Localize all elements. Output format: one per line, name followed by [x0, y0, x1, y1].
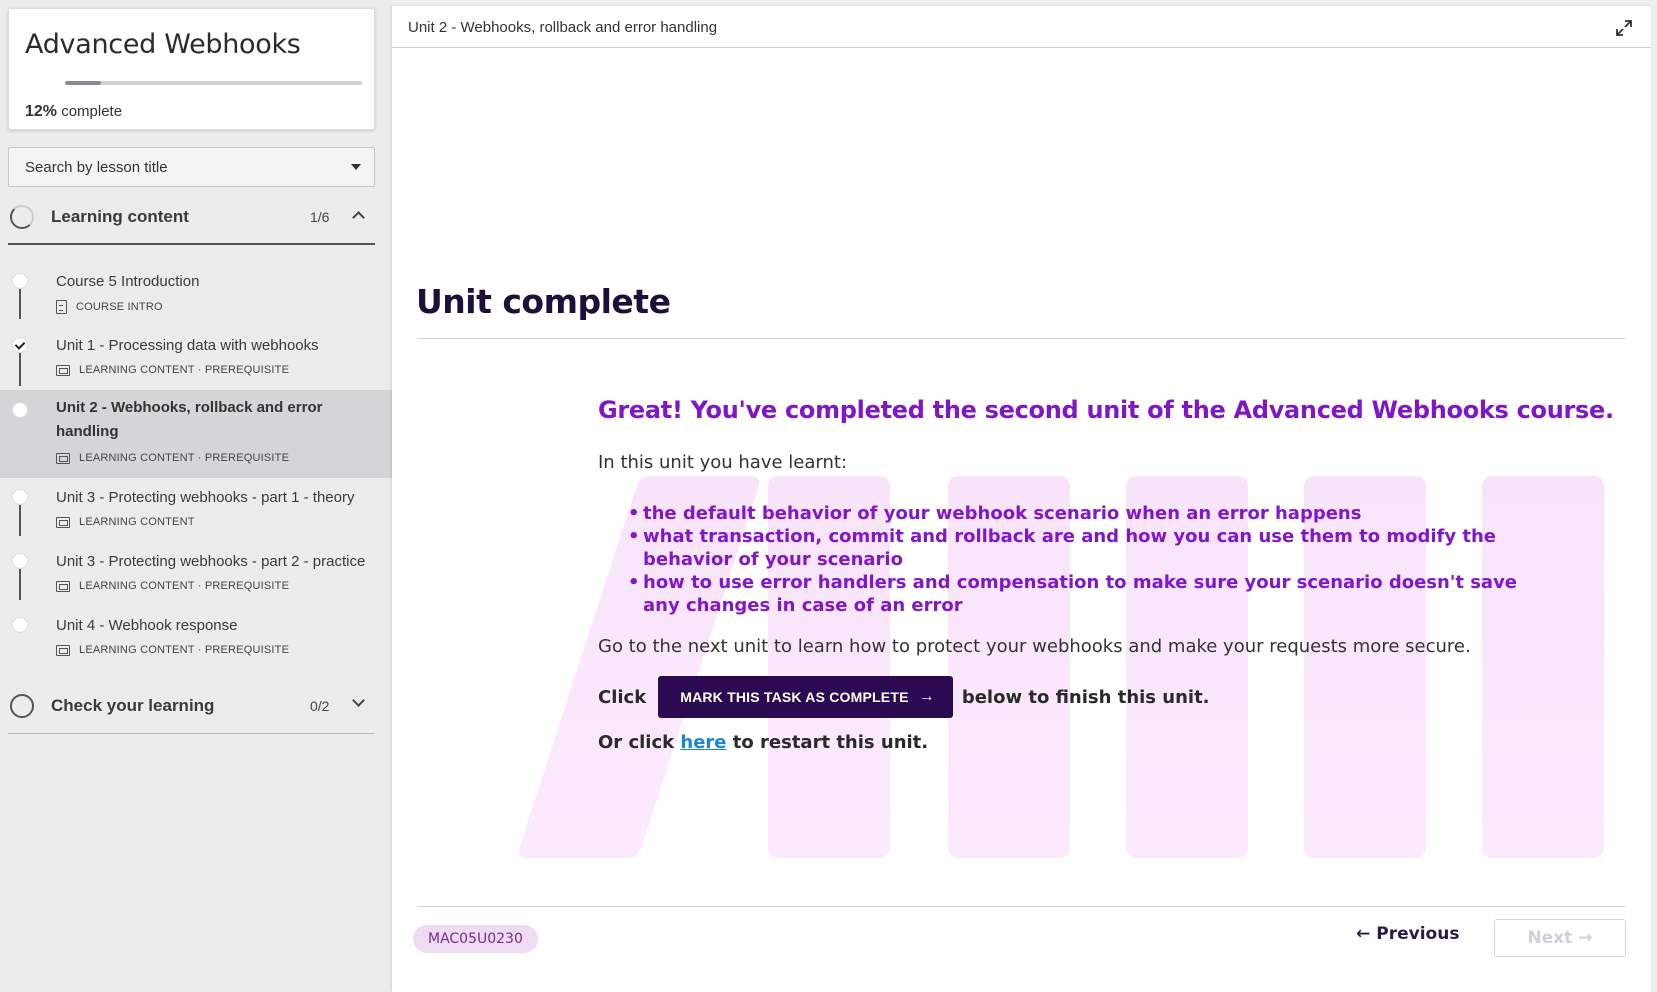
course-progress-card: Advanced Webhooks 12% complete: [8, 8, 375, 130]
lesson-meta: LEARNING CONTENT · PREREQUISITE: [56, 644, 289, 656]
section-progress-ring-icon: [10, 694, 34, 718]
section-title: Check your learning: [51, 696, 215, 715]
progress-percent: 12%: [25, 103, 58, 120]
arrow-right-icon: →: [918, 688, 935, 705]
section-progress-ring-icon: [10, 205, 34, 229]
lesson-title: Unit 4 - Webhook response: [56, 617, 238, 634]
slides-icon: [56, 516, 70, 528]
lesson-status-dot: [12, 617, 28, 633]
lesson-meta: LEARNING CONTENT · PREREQUISITE: [56, 580, 289, 592]
arrow-right-icon: →: [1578, 928, 1593, 948]
lesson-title: Unit 2 - Webhooks, rollback and error ha…: [56, 399, 323, 440]
course-sidebar: Advanced Webhooks 12% complete Search by…: [0, 0, 392, 992]
lesson-status-dot: [12, 489, 28, 505]
restart-suffix: to restart this unit.: [732, 732, 929, 753]
mark-complete-row: Click MARK THIS TASK AS COMPLETE → below…: [598, 676, 1210, 718]
restart-text: Or click here to restart this unit.: [598, 732, 928, 753]
learnt-list: the default behavior of your webhook sce…: [628, 502, 1548, 617]
restart-prefix: Or click: [598, 732, 675, 753]
previous-button[interactable]: ← Previous: [1356, 924, 1459, 944]
chevron-up-icon: [352, 211, 365, 224]
divider: [418, 906, 1625, 907]
divider: [418, 338, 1625, 339]
restart-link[interactable]: here: [680, 732, 726, 753]
previous-label: Previous: [1376, 924, 1460, 944]
click-suffix: below to finish this unit.: [961, 686, 1210, 708]
lesson-item[interactable]: Course 5 Introduction COURSE INTRO: [0, 260, 392, 316]
lesson-meta-text: LEARNING CONTENT: [79, 516, 195, 528]
lesson-meta-text: LEARNING CONTENT · PREREQUISITE: [79, 644, 290, 656]
lesson-item-active[interactable]: Unit 2 - Webhooks, rollback and error ha…: [0, 390, 392, 478]
section-title: Learning content: [51, 207, 189, 226]
lesson-meta-text: COURSE INTRO: [76, 301, 163, 313]
expand-icon[interactable]: [1615, 19, 1633, 37]
lesson-topbar: Unit 2 - Webhooks, rollback and error ha…: [392, 6, 1651, 48]
section-check-your-learning[interactable]: Check your learning 0/2: [8, 676, 375, 734]
list-item: how to use error handlers and compensati…: [628, 571, 1548, 617]
section-learning-content[interactable]: Learning content 1/6: [8, 187, 375, 245]
next-label: Next: [1527, 928, 1573, 948]
slides-icon: [56, 644, 70, 656]
lesson-status-dot: [12, 553, 28, 569]
lesson-meta: LEARNING CONTENT · PREREQUISITE: [56, 452, 289, 464]
lesson-title: Unit 1 - Processing data with webhooks: [56, 337, 319, 354]
mark-complete-label: MARK THIS TASK AS COMPLETE: [680, 689, 909, 705]
lesson-meta: COURSE INTRO: [56, 300, 163, 314]
arrow-left-icon: ←: [1356, 924, 1371, 944]
chevron-down-icon: [352, 694, 365, 707]
lesson-meta-text: LEARNING CONTENT · PREREQUISITE: [79, 364, 290, 376]
lesson-status-dot: [12, 337, 28, 353]
mark-complete-button[interactable]: MARK THIS TASK AS COMPLETE →: [658, 676, 953, 718]
next-unit-text: Go to the next unit to learn how to prot…: [598, 636, 1471, 657]
progress-text: 12% complete: [25, 103, 122, 121]
lesson-code-badge: MAC05U0230: [413, 925, 538, 953]
lesson-meta: LEARNING CONTENT · PREREQUISITE: [56, 364, 289, 376]
slides-icon: [56, 364, 70, 376]
click-prefix: Click: [598, 686, 647, 708]
lesson-meta: LEARNING CONTENT: [56, 516, 195, 528]
progress-suffix: complete: [61, 103, 123, 120]
lesson-item[interactable]: Unit 3 - Protecting webhooks - part 2 - …: [0, 550, 392, 606]
lesson-search-placeholder: Search by lesson title: [25, 158, 168, 176]
slides-icon: [56, 452, 70, 464]
list-item: the default behavior of your webhook sce…: [628, 502, 1548, 525]
lesson-item[interactable]: Unit 3 - Protecting webhooks - part 1 - …: [0, 486, 392, 542]
slides-icon: [56, 580, 70, 592]
lesson-status-dot: [12, 273, 28, 289]
lesson-item[interactable]: Unit 4 - Webhook response LEARNING CONTE…: [0, 614, 392, 670]
lesson-title: Unit 3 - Protecting webhooks - part 2 - …: [56, 553, 366, 570]
lesson-meta-text: LEARNING CONTENT · PREREQUISITE: [79, 452, 290, 464]
next-button[interactable]: Next →: [1494, 919, 1626, 957]
lesson-search-select[interactable]: Search by lesson title: [8, 147, 375, 187]
lesson-meta-text: LEARNING CONTENT · PREREQUISITE: [79, 580, 290, 592]
caret-down-icon: [351, 164, 361, 170]
progress-bar: [65, 81, 362, 85]
document-icon: [56, 300, 67, 314]
intro-text: In this unit you have learnt:: [598, 452, 848, 473]
page-title: Unit complete: [416, 282, 671, 321]
checkmark-icon: [14, 339, 26, 350]
completion-headline: Great! You've completed the second unit …: [598, 396, 1614, 424]
lesson-status-dot: [12, 402, 28, 418]
lesson-panel: Unit 2 - Webhooks, rollback and error ha…: [392, 6, 1651, 992]
section-count: 1/6: [310, 209, 330, 225]
progress-bar-fill: [65, 81, 101, 85]
lesson-title: Course 5 Introduction: [56, 273, 200, 290]
lesson-item[interactable]: Unit 1 - Processing data with webhooks L…: [0, 324, 392, 382]
section-count: 0/2: [310, 698, 330, 714]
lesson-title: Unit 3 - Protecting webhooks - part 1 - …: [56, 489, 355, 506]
lesson-topbar-title: Unit 2 - Webhooks, rollback and error ha…: [408, 19, 718, 36]
list-item: what transaction, commit and rollback ar…: [628, 525, 1548, 571]
course-title: Advanced Webhooks: [25, 29, 301, 60]
